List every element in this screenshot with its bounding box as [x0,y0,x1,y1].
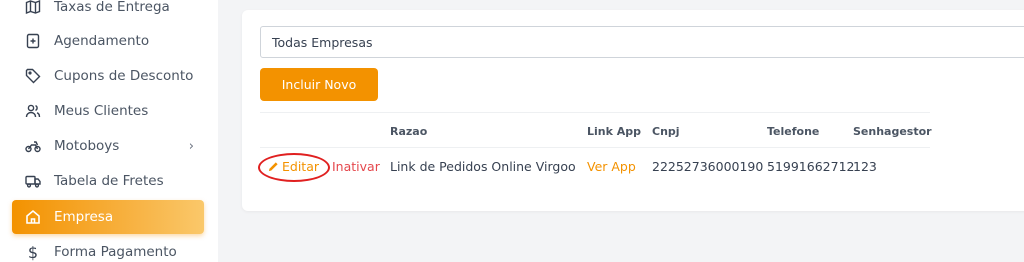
sidebar-item-agendamento[interactable]: Agendamento [12,24,204,58]
sidebar-item-forma-pagamento[interactable]: $ Forma Pagamento [12,235,204,262]
map-icon [24,0,42,16]
column-header-senhagestor: Senhagestor [853,125,932,138]
view-app-link[interactable]: Ver App [587,159,636,174]
dollar-icon: $ [27,242,39,262]
column-header-telefone: Telefone [767,125,820,138]
empresa-card: Todas Empresas Incluir Novo Razao Link A… [242,10,1024,211]
tag-icon [24,67,42,85]
cell-cnpj: 22252736000190 [652,159,764,174]
column-header-cnpj: Cnpj [652,125,680,138]
sidebar-item-label: Meus Clientes [54,103,149,119]
sidebar-item-cupons-de-desconto[interactable]: Cupons de Desconto [12,59,204,93]
add-new-button[interactable]: Incluir Novo [260,68,378,101]
calendar-plus-icon [24,32,42,50]
company-select-value: Todas Empresas [272,34,373,50]
sidebar-item-empresa[interactable]: Empresa [12,200,204,234]
motorcycle-icon [24,137,42,155]
table-header: Razao Link App Cnpj Telefone Senhagestor [260,112,932,148]
table-row: Editar Inativar Link de Pedidos Online V… [260,148,930,184]
cell-telefone: 51991662712 [767,159,855,174]
sidebar-item-label: Tabela de Fretes [54,173,164,189]
sidebar-item-meus-clientes[interactable]: Meus Clientes [12,94,204,128]
column-header-link-app: Link App [587,125,642,138]
sidebar-item-motoboys[interactable]: Motoboys › [12,129,204,163]
sidebar-item-label: Cupons de Desconto [54,68,194,84]
users-icon [24,102,42,120]
sidebar-item-label: Motoboys [54,138,120,154]
sidebar-item-label: Agendamento [54,33,150,49]
chevron-right-icon: › [188,138,194,154]
sidebar-item-label: Taxas de Entrega [54,0,170,15]
annotation-circle [258,153,330,182]
cell-razao: Link de Pedidos Online Virgoo [390,159,576,174]
sidebar: Taxas de Entrega Agendamento Cupons de D… [0,0,218,262]
cell-senhagestor: 123 [853,159,877,174]
sidebar-item-taxas-de-entrega[interactable]: Taxas de Entrega [12,0,204,24]
sidebar-item-tabela-de-fretes[interactable]: Tabela de Fretes [12,164,204,198]
home-icon [24,208,42,226]
column-header-razao: Razao [390,125,428,138]
company-select[interactable]: Todas Empresas [260,26,1024,58]
deactivate-link[interactable]: Inativar [332,159,380,174]
sidebar-item-label: Forma Pagamento [54,244,177,260]
truck-icon [24,172,42,190]
sidebar-item-label: Empresa [54,209,114,225]
